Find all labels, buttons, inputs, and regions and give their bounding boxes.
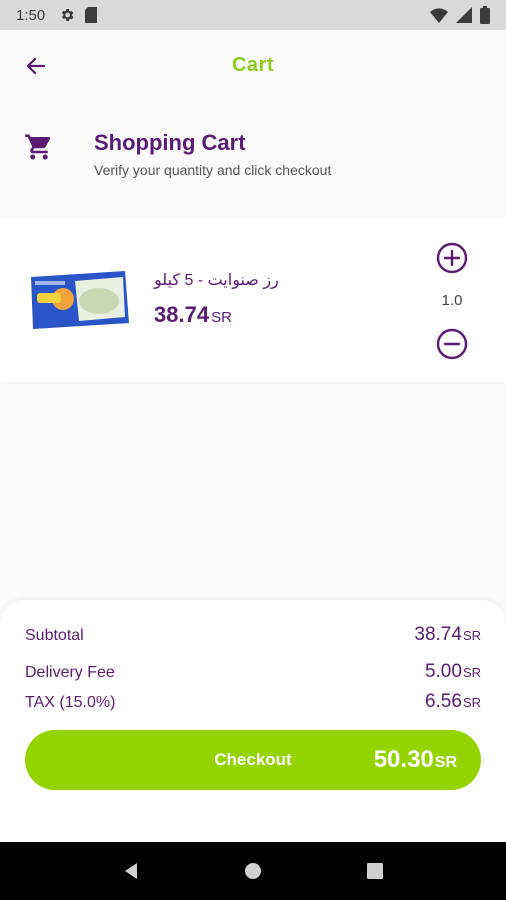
triangle-back-icon — [125, 863, 137, 879]
item-name: رز صنوايت - 5 كيلو — [154, 272, 279, 289]
tax-label: TAX (15.0%) — [25, 694, 116, 711]
tax-amount: 6.56 — [424, 691, 462, 712]
delivery-fee-label: Delivery Fee — [25, 664, 115, 681]
decrease-quantity-button[interactable] — [436, 328, 468, 360]
nav-recents-button[interactable] — [355, 851, 395, 891]
shopping-cart-icon — [25, 134, 51, 160]
cart-item: رز صنوايت - 5 كيلو 38.74 SR 1.0 — [0, 218, 506, 382]
delivery-fee-value: 5.00SR — [425, 661, 481, 683]
section-title: Shopping Cart — [94, 130, 246, 155]
tax-row: TAX (15.0%) 6.56SR — [25, 691, 481, 713]
product-image — [24, 246, 134, 354]
app-bar: Cart — [0, 30, 506, 100]
subtotal-label: Subtotal — [25, 627, 84, 644]
subtotal-value: 38.74SR — [414, 624, 481, 646]
item-price: 38.74 SR — [154, 302, 232, 328]
settings-icon — [62, 9, 74, 21]
nav-back-button[interactable] — [111, 851, 151, 891]
increase-quantity-button[interactable] — [436, 242, 468, 274]
subtotal-currency: SR — [462, 628, 481, 643]
status-time: 1:50 — [16, 6, 46, 24]
square-recents-icon — [367, 863, 383, 879]
checkout-total-amount: 50.30 — [373, 746, 434, 773]
wifi-icon — [430, 8, 448, 23]
checkout-total: 50.30SR — [374, 746, 457, 774]
item-price-value: 38.74 — [154, 302, 210, 327]
sd-card-icon — [85, 7, 98, 23]
delivery-fee-amount: 5.00 — [424, 661, 462, 682]
cart-header: Shopping Cart Verify your quantity and c… — [0, 110, 506, 200]
arrow-back-icon — [26, 57, 46, 75]
subtotal-amount: 38.74 — [414, 624, 462, 645]
page-title: Cart — [231, 53, 274, 76]
minus-circle-icon — [436, 328, 468, 360]
tax-currency: SR — [462, 695, 481, 710]
subtotal-row: Subtotal 38.74SR — [25, 624, 481, 646]
section-subtitle: Verify your quantity and click checkout — [94, 162, 332, 178]
item-price-currency: SR — [211, 309, 232, 326]
delivery-fee-currency: SR — [462, 665, 481, 680]
nav-home-button[interactable] — [233, 851, 273, 891]
checkout-total-currency: SR — [434, 754, 457, 771]
status-bar: 1:50 — [0, 0, 506, 30]
system-nav-bar — [0, 842, 506, 900]
item-quantity: 1.0 — [441, 292, 463, 309]
signal-icon — [456, 7, 472, 23]
rice-bag-image — [31, 271, 129, 329]
plus-circle-icon — [436, 242, 468, 274]
checkout-button[interactable]: Checkout 50.30SR — [25, 730, 481, 790]
tax-value: 6.56SR — [425, 691, 481, 713]
delivery-fee-row: Delivery Fee 5.00SR — [25, 661, 481, 683]
back-button[interactable] — [22, 52, 50, 80]
circle-home-icon — [245, 863, 261, 879]
order-summary: Subtotal 38.74SR Delivery Fee 5.00SR TAX… — [0, 600, 506, 842]
battery-icon — [480, 6, 490, 24]
